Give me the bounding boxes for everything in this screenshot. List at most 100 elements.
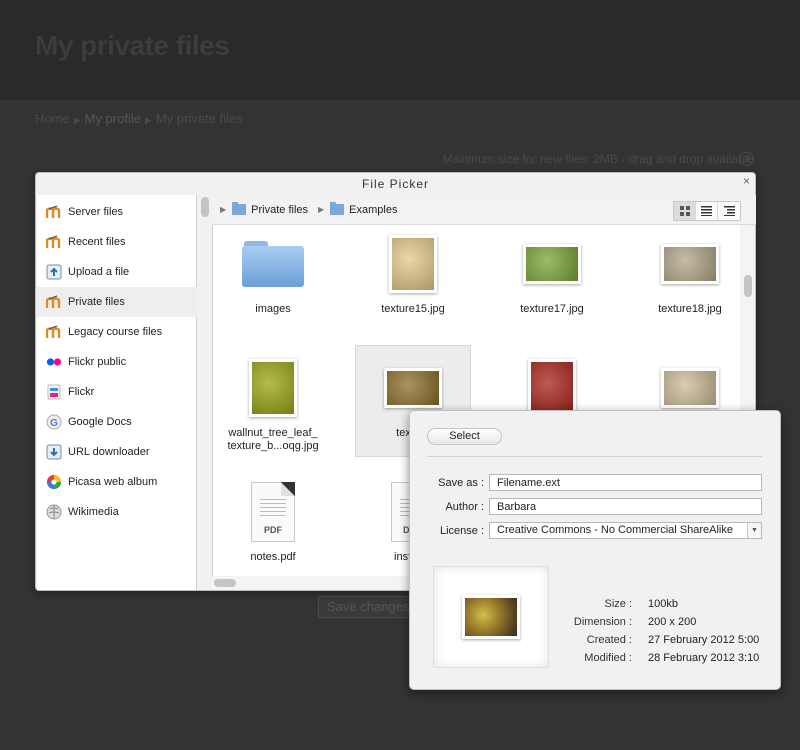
sidebar-scroll-thumb[interactable] <box>201 197 209 217</box>
file-name: images <box>255 303 291 315</box>
image-thumbnail <box>661 368 719 408</box>
license-label: License : <box>439 525 484 537</box>
file-thumbnail: PDF <box>218 477 328 547</box>
moodle-icon <box>46 294 62 310</box>
file-name: texture15.jpg <box>381 303 445 315</box>
page-header: My private files <box>0 0 800 100</box>
repository-item[interactable]: Legacy course files <box>37 317 197 347</box>
file-name: wallnut_tree_leaf_ texture_b...oqg.jpg <box>227 427 319 452</box>
breadcrumb-current: My private files <box>155 111 243 126</box>
save-changes-button[interactable]: Save changes <box>318 596 418 618</box>
image-thumbnail <box>249 359 297 417</box>
path-item-examples[interactable]: Examples <box>349 204 397 216</box>
document-icon: PDF <box>251 482 295 542</box>
repository-item[interactable]: Flickr <box>37 377 197 407</box>
moodle-icon <box>46 204 62 220</box>
file-thumbnail <box>218 229 328 299</box>
breadcrumb-home[interactable]: Home <box>35 111 70 126</box>
path-arrow-icon: ▶ <box>318 205 325 214</box>
repository-item[interactable]: G Google Docs <box>37 407 197 437</box>
close-icon[interactable]: × <box>743 174 750 188</box>
repository-item[interactable]: Private files <box>37 287 197 317</box>
path-bar: ▶ Private files ▶ Examples <box>212 195 756 225</box>
flickr-icon <box>46 354 62 370</box>
repository-label: Google Docs <box>68 416 132 428</box>
repository-item[interactable]: Upload a file <box>37 257 197 287</box>
document-type-tag: PDF <box>264 525 282 535</box>
google-icon: G <box>46 414 62 430</box>
repository-label: Private files <box>68 296 125 308</box>
save-as-input[interactable] <box>489 474 762 491</box>
wikimedia-icon <box>46 504 62 520</box>
icon-view-button[interactable] <box>674 202 696 220</box>
download-icon <box>46 444 62 460</box>
repository-item[interactable]: Server files <box>37 197 197 227</box>
file-item[interactable]: wallnut_tree_leaf_ texture_b...oqg.jpg <box>218 353 328 453</box>
folder-icon <box>330 202 345 215</box>
image-preview <box>433 566 549 668</box>
sidebar-scrollbar[interactable] <box>199 195 211 590</box>
help-icon[interactable]: ? <box>740 152 754 166</box>
meta-label: Dimension : <box>573 616 632 628</box>
repository-label: Wikimedia <box>68 506 119 518</box>
file-picker-title: File Picker <box>361 177 429 191</box>
folder-icon <box>232 202 247 215</box>
image-thumbnail <box>523 244 581 284</box>
chevron-down-icon: ▼ <box>747 523 761 538</box>
max-size-note: Maximum size for new files: 2MB - drag a… <box>442 152 754 166</box>
file-item[interactable]: texture18.jpg <box>635 229 740 316</box>
repository-item[interactable]: URL downloader <box>37 437 197 467</box>
author-label: Author : <box>445 501 484 513</box>
repository-label: Flickr public <box>68 356 127 368</box>
tree-icon <box>723 206 735 216</box>
file-item[interactable]: images <box>218 229 328 316</box>
select-button[interactable]: Select <box>427 428 502 445</box>
grid-horizontal-thumb[interactable] <box>214 579 236 587</box>
repository-sidebar: Server files Recent files Upload a file Pri… <box>37 195 197 590</box>
meta-value: 100kb <box>648 598 678 610</box>
popup-divider <box>427 456 762 457</box>
save-as-label: Save as : <box>438 477 484 489</box>
list-icon <box>701 206 712 216</box>
repository-label: Upload a file <box>68 266 130 278</box>
repository-label: Server files <box>68 206 124 218</box>
page-title: My private files <box>35 30 230 61</box>
picasa-icon <box>46 474 62 490</box>
repository-item[interactable]: Picasa web album <box>37 467 197 497</box>
file-thumbnail <box>497 229 607 299</box>
repository-item[interactable]: Wikimedia <box>37 497 197 527</box>
breadcrumb-separator-icon: ▶ <box>144 115 152 125</box>
breadcrumb: Home ▶ My profile ▶ My private files <box>35 111 243 126</box>
file-item[interactable]: PDF notes.pdf <box>218 477 328 564</box>
repository-label: URL downloader <box>68 446 150 458</box>
breadcrumb-profile[interactable]: My profile <box>85 111 141 126</box>
repository-label: Legacy course files <box>68 326 163 338</box>
file-thumbnail <box>218 353 328 423</box>
meta-label: Created : <box>586 634 632 646</box>
file-thumbnail <box>358 229 468 299</box>
image-thumbnail <box>384 368 442 408</box>
file-name: texture18.jpg <box>658 303 722 315</box>
meta-label: Size : <box>604 598 632 610</box>
breadcrumb-separator-icon: ▶ <box>73 115 81 125</box>
repository-label: Recent files <box>68 236 126 248</box>
flickr-color-icon <box>46 384 62 400</box>
repository-item[interactable]: Recent files <box>37 227 197 257</box>
tree-view-button[interactable] <box>718 202 740 220</box>
path-item-private-files[interactable]: Private files <box>251 204 308 216</box>
grid-vertical-thumb[interactable] <box>744 275 752 297</box>
file-select-popup: Select Save as : Author : License : Crea… <box>409 410 781 690</box>
repository-item[interactable]: Flickr public <box>37 347 197 377</box>
grid-icon <box>679 206 690 216</box>
file-name: notes.pdf <box>250 551 296 563</box>
image-thumbnail <box>389 235 437 293</box>
repository-label: Flickr <box>68 386 95 398</box>
license-select[interactable]: Creative Commons - No Commercial ShareAl… <box>489 522 762 539</box>
file-item[interactable]: texture17.jpg <box>497 229 607 316</box>
author-input[interactable] <box>489 498 762 515</box>
file-thumbnail <box>635 229 740 299</box>
image-thumbnail <box>528 359 576 417</box>
file-item[interactable]: texture15.jpg <box>358 229 468 316</box>
preview-thumbnail <box>462 595 520 639</box>
list-view-button[interactable] <box>696 202 718 220</box>
